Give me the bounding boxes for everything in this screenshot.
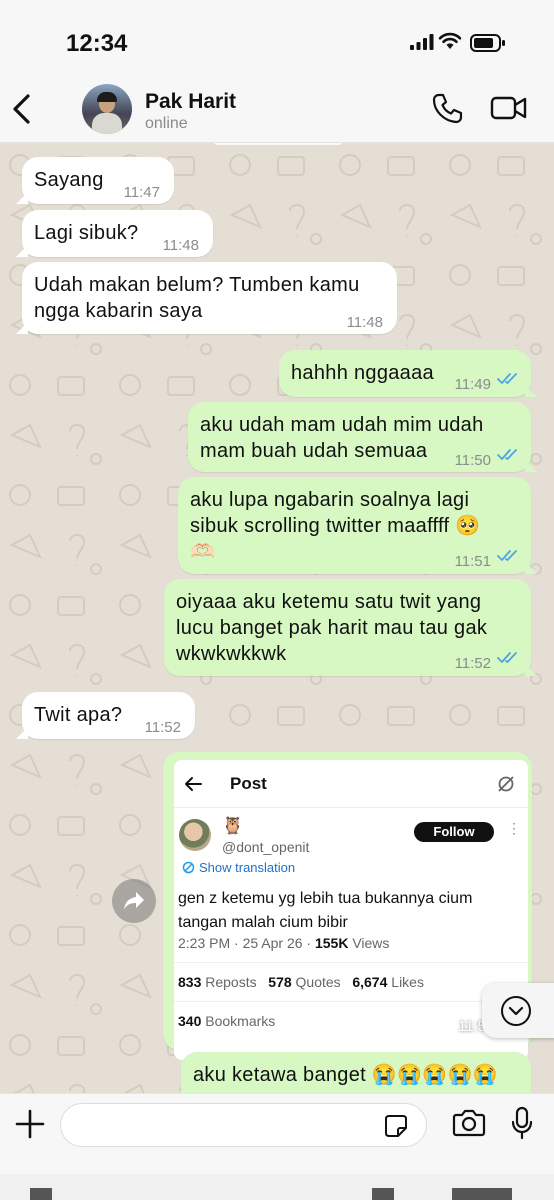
status-bar: 12:34	[0, 0, 554, 78]
message-incoming[interactable]: Sayang 11:47	[16, 157, 174, 204]
double-check-icon	[497, 373, 517, 385]
show-translation-link: Show translation	[199, 860, 296, 875]
contact-name[interactable]: Pak Harit	[145, 90, 236, 114]
plus-icon[interactable]	[14, 1108, 46, 1140]
double-check-icon	[497, 652, 517, 664]
quotes-count: 578	[268, 974, 292, 990]
double-check-icon	[497, 550, 517, 562]
message-text: Twit apa?	[34, 704, 123, 726]
message-input[interactable]	[60, 1103, 427, 1147]
keyboard-suggestions-strip	[30, 1188, 512, 1200]
message-incoming[interactable]: Udah makan belum? Tumben kamu ngga kabar…	[16, 262, 397, 334]
tweet-date: 2:23 PM · 25 Apr 26 ·	[178, 935, 315, 951]
phone-icon[interactable]	[430, 92, 464, 126]
chevron-down-icon	[501, 996, 531, 1026]
likes-label: Likes	[391, 974, 424, 990]
tweet-views-count: 155K	[314, 935, 349, 951]
contact-status: online	[145, 115, 188, 132]
message-line: aku udah mam udah mim udah	[200, 414, 484, 436]
message-outgoing[interactable]: aku lupa ngabarin soalnya lagi sibuk scr…	[178, 477, 537, 574]
message-line: oiyaaa aku ketemu satu twit yang	[176, 591, 482, 613]
message-time: 11:52	[454, 655, 491, 672]
camera-icon[interactable]	[452, 1108, 486, 1138]
tweet-handle: @dont_openit	[222, 839, 310, 855]
message-line: Udah makan belum? Tumben kamu	[34, 274, 360, 296]
battery-icon	[470, 34, 505, 52]
chevron-left-icon[interactable]	[10, 92, 34, 126]
wifi-icon	[438, 32, 462, 49]
message-time: 11:52	[144, 719, 181, 736]
likes-count: 6,674	[352, 974, 388, 990]
tweet-text-line: tangan malah cium bibir	[178, 914, 348, 931]
video-camera-icon[interactable]	[490, 94, 528, 122]
tweet-meta: 2:23 PM · 25 Apr 26 · 155K Views	[178, 935, 389, 951]
message-time: 11:47	[123, 184, 160, 201]
follow-button: Follow	[414, 822, 494, 842]
message-incoming[interactable]: Twit apa? 11:52	[16, 692, 195, 739]
tweet-screenshot[interactable]: Post 🦉 @dont_openit Follow ⋮ Show transl…	[174, 760, 528, 1060]
message-line: ngga kabarin saya	[34, 300, 203, 322]
tweet-text: gen z ketemu yg lebih tua bukannya cium …	[178, 887, 472, 935]
bookmarks-count: 340	[178, 1013, 202, 1029]
forward-button[interactable]	[112, 879, 156, 923]
more-icon: ⋮	[507, 820, 521, 836]
message-time: 11:48	[162, 237, 199, 254]
message-line: sibuk scrolling twitter maaffff 🥺	[190, 515, 481, 537]
tweet-text-line: gen z ketemu yg lebih tua bukannya cium	[178, 890, 473, 907]
reposts-label: Reposts	[205, 974, 257, 990]
message-input-bar	[0, 1093, 554, 1174]
status-time: 12:34	[66, 30, 128, 57]
forward-arrow-icon	[124, 892, 144, 910]
message-line: wkwkwkkwk	[176, 643, 287, 665]
tweet-stats: 833 Reposts 578 Quotes 6,674 Likes	[178, 974, 424, 990]
message-line: mam buah udah semuaa	[200, 440, 428, 462]
refresh-icon	[498, 776, 514, 792]
message-line: lucu banget pak harit mau tau gak	[176, 617, 488, 639]
contact-avatar[interactable]	[82, 84, 132, 134]
tweet-avatar	[179, 819, 211, 851]
message-time: 11:51	[454, 553, 491, 570]
message-time: 11:48	[346, 314, 383, 331]
message-text: aku lupa ngabarin soalnya lagi sibuk scr…	[190, 487, 480, 565]
bookmarks-label: Bookmarks	[205, 1013, 276, 1029]
scroll-to-bottom-button[interactable]	[482, 983, 554, 1038]
message-text: Sayang	[34, 169, 104, 191]
message-text: aku udah mam udah mim udah mam buah udah…	[200, 412, 484, 464]
message-text: Udah makan belum? Tumben kamu ngga kabar…	[34, 272, 360, 324]
sticker-icon[interactable]	[383, 1113, 409, 1139]
message-text: Lagi sibuk?	[34, 222, 139, 244]
translate-icon	[182, 861, 195, 874]
message-outgoing[interactable]: hahhh nggaaaa 11:49	[279, 350, 537, 397]
cellular-signal-icon	[410, 34, 434, 50]
message-line: aku lupa ngabarin soalnya lagi	[190, 489, 470, 511]
chat-header: Pak Harit online	[0, 78, 554, 143]
arrow-left-icon	[185, 777, 202, 791]
message-incoming[interactable]: Lagi sibuk? 11:48	[16, 210, 213, 257]
tweet-page-title: Post	[230, 774, 267, 793]
tweet-views-label: Views	[348, 935, 390, 951]
microphone-icon[interactable]	[510, 1106, 534, 1140]
message-text: aku ketawa banget 😭😭😭😭😭	[193, 1064, 498, 1086]
message-time: 11:49	[454, 376, 491, 393]
message-time: 11:50	[454, 452, 491, 469]
keyboard-edge	[0, 1174, 554, 1200]
message-outgoing[interactable]: aku udah mam udah mim udah mam buah udah…	[188, 402, 537, 472]
message-text: oiyaaa aku ketemu satu twit yang lucu ba…	[176, 589, 487, 667]
tweet-bookmarks: 340 Bookmarks	[178, 1013, 275, 1029]
message-line: 🫶🏻	[190, 541, 216, 563]
message-text: hahhh nggaaaa	[291, 362, 434, 384]
message-outgoing[interactable]: oiyaaa aku ketemu satu twit yang lucu ba…	[164, 579, 537, 676]
double-check-icon	[497, 449, 517, 461]
reposts-count: 833	[178, 974, 202, 990]
quotes-label: Quotes	[295, 974, 341, 990]
owl-emoji-icon: 🦉	[222, 816, 244, 835]
